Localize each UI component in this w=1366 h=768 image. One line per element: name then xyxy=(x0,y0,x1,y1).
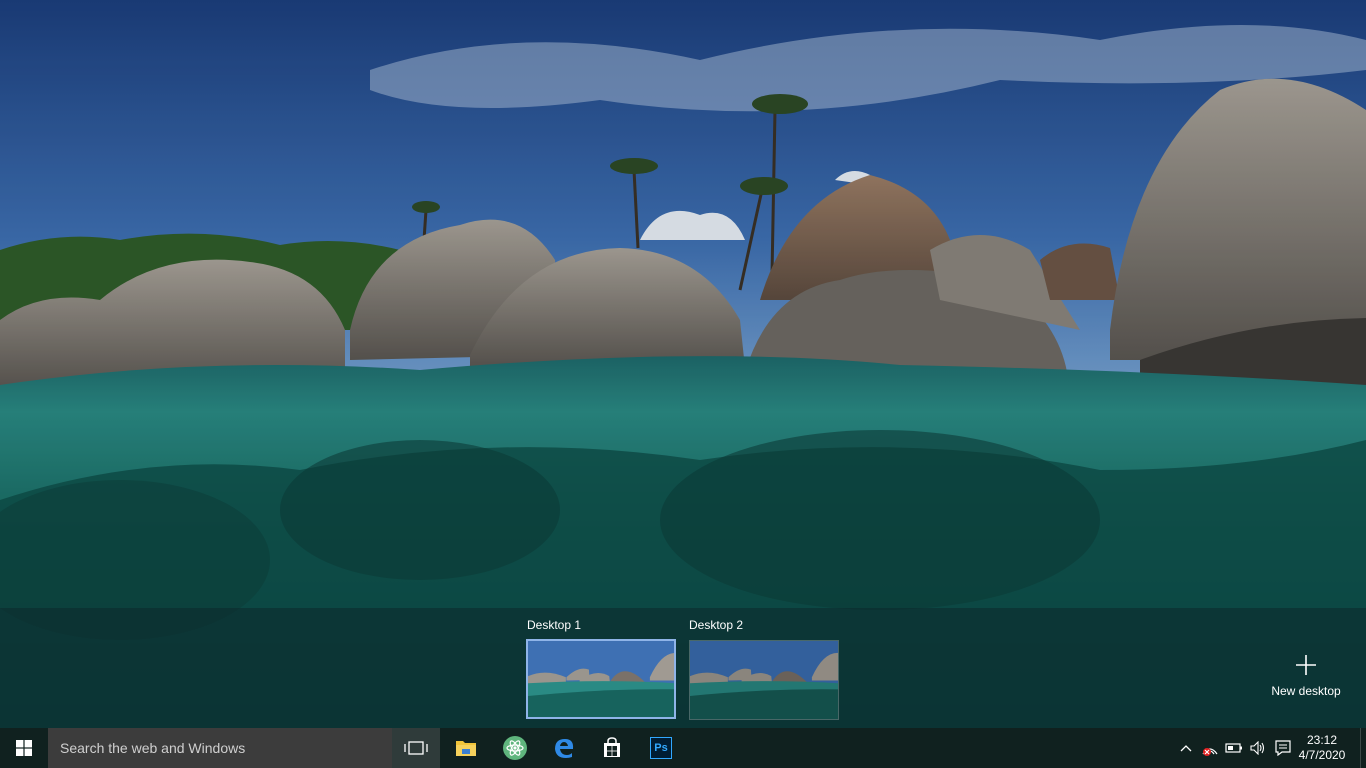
volume-button[interactable] xyxy=(1246,728,1270,768)
windows-logo-icon xyxy=(16,740,32,756)
task-view-desktop-strip xyxy=(0,608,1366,728)
file-explorer-icon xyxy=(456,741,476,756)
chevron-up-icon xyxy=(1180,745,1192,752)
task-view-button[interactable] xyxy=(392,728,440,768)
volume-icon xyxy=(1250,741,1265,755)
store-button[interactable] xyxy=(588,728,636,768)
clock-time: 23:12 xyxy=(1306,733,1338,747)
network-status-button[interactable] xyxy=(1198,728,1222,768)
new-desktop-button[interactable]: New desktop xyxy=(1262,648,1350,704)
desktop-1-thumbnail[interactable] xyxy=(526,639,676,719)
network-icon xyxy=(1202,748,1218,756)
action-center-icon xyxy=(1275,740,1291,756)
clock-date: 4/7/2020 xyxy=(1298,748,1346,762)
store-icon xyxy=(604,737,620,757)
desktop-2-label: Desktop 2 xyxy=(689,618,744,632)
edge-browser-icon xyxy=(555,739,574,758)
show-hidden-icons-button[interactable] xyxy=(1174,728,1198,768)
task-view-icon xyxy=(404,741,428,755)
desktop-2-preview-image xyxy=(690,641,838,719)
clock[interactable]: 23:12 4/7/2020 xyxy=(1296,728,1348,768)
start-button[interactable] xyxy=(0,728,48,768)
photoshop-icon: Ps xyxy=(650,737,672,759)
new-desktop-label: New desktop xyxy=(1271,684,1341,698)
atom-editor-button[interactable] xyxy=(491,728,539,768)
search-input[interactable]: Search the web and Windows xyxy=(48,728,392,768)
action-center-button[interactable] xyxy=(1270,728,1296,768)
desktop-2-thumbnail[interactable] xyxy=(689,640,839,720)
show-desktop-button[interactable] xyxy=(1360,728,1366,768)
taskbar: Search the web and Windows Ps 23:12 4/7/… xyxy=(0,728,1366,768)
photoshop-button[interactable]: Ps xyxy=(637,728,685,768)
desktop-1-preview-image xyxy=(528,641,674,717)
desktop-1-label: Desktop 1 xyxy=(527,618,582,632)
battery-button[interactable] xyxy=(1222,728,1246,768)
file-explorer-button[interactable] xyxy=(442,728,490,768)
search-placeholder: Search the web and Windows xyxy=(60,740,246,756)
edge-browser-button[interactable] xyxy=(540,728,588,768)
photoshop-glyph: Ps xyxy=(654,742,668,754)
battery-icon xyxy=(1225,743,1242,753)
atom-editor-icon xyxy=(503,736,527,760)
plus-icon xyxy=(1296,655,1316,675)
